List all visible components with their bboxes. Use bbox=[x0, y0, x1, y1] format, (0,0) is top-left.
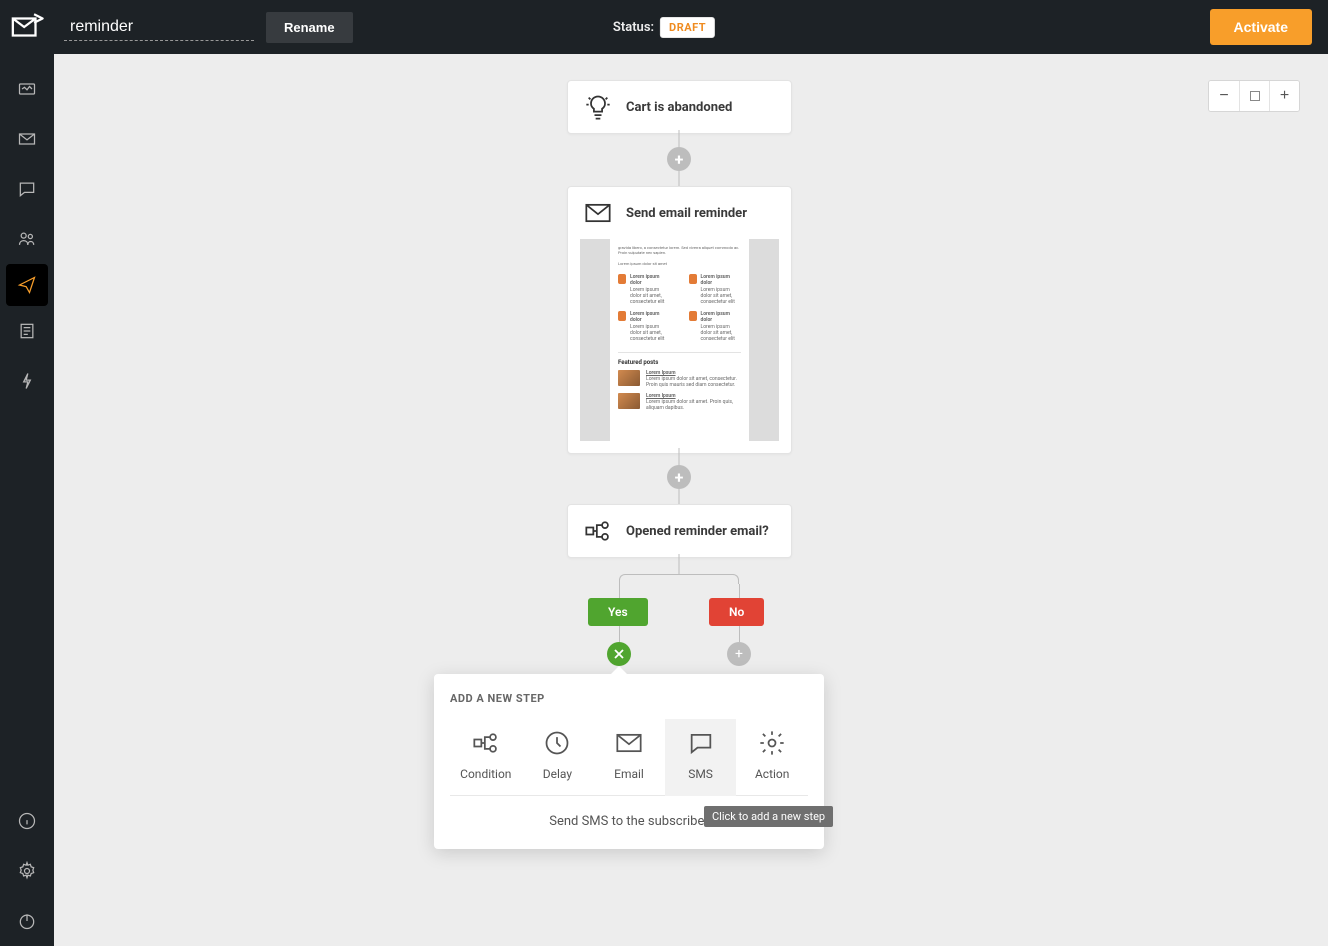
branch-icon bbox=[584, 517, 612, 545]
popup-option-label: Delay bbox=[543, 767, 572, 781]
zoom-reset-button[interactable] bbox=[1239, 81, 1269, 111]
close-icon bbox=[614, 649, 624, 659]
popup-options: Condition Delay Email SMS Action bbox=[450, 719, 808, 796]
status-badge: DRAFT bbox=[660, 17, 715, 38]
rename-button[interactable]: Rename bbox=[266, 12, 353, 43]
zoom-controls: − + bbox=[1208, 80, 1300, 112]
mail-icon bbox=[615, 729, 643, 757]
popup-option-delay[interactable]: Delay bbox=[522, 719, 594, 796]
connector bbox=[629, 574, 729, 575]
close-add-step-button[interactable] bbox=[607, 642, 631, 666]
popup-option-label: Action bbox=[755, 767, 789, 781]
clock-icon bbox=[543, 729, 571, 757]
popup-option-sms[interactable]: SMS bbox=[665, 719, 737, 796]
branch-no-button[interactable]: No bbox=[709, 598, 764, 626]
email-node-title: Send email reminder bbox=[626, 206, 747, 221]
automation-canvas[interactable]: − + Cart is abandoned + Send email remin… bbox=[54, 54, 1328, 946]
email-node[interactable]: Send email reminder gravida libero, a co… bbox=[567, 186, 792, 454]
connector bbox=[619, 574, 629, 584]
popup-option-condition[interactable]: Condition bbox=[450, 719, 522, 796]
popup-option-label: Email bbox=[614, 767, 644, 781]
mail-icon bbox=[584, 199, 612, 227]
add-step-button-2[interactable]: + bbox=[667, 465, 691, 489]
automation-title-input[interactable] bbox=[64, 14, 254, 41]
add-step-tooltip: Click to add a new step bbox=[704, 806, 833, 827]
sidebar-campaigns[interactable] bbox=[0, 114, 54, 164]
trigger-node[interactable]: Cart is abandoned bbox=[567, 80, 792, 134]
popup-option-label: Condition bbox=[460, 767, 511, 781]
popup-title: ADD A NEW STEP bbox=[450, 692, 808, 705]
gear-icon bbox=[758, 729, 786, 757]
sidebar-logout[interactable] bbox=[0, 896, 54, 946]
square-icon bbox=[1250, 91, 1260, 101]
zoom-out-button[interactable]: − bbox=[1209, 81, 1239, 111]
condition-title: Opened reminder email? bbox=[626, 524, 769, 539]
sidebar-dashboard[interactable] bbox=[0, 64, 54, 114]
activate-button[interactable]: Activate bbox=[1210, 9, 1312, 45]
condition-node[interactable]: Opened reminder email? bbox=[567, 504, 792, 558]
popup-option-label: SMS bbox=[688, 767, 713, 781]
zoom-in-button[interactable]: + bbox=[1269, 81, 1299, 111]
trigger-title: Cart is abandoned bbox=[626, 100, 732, 115]
status-label: Status: bbox=[613, 20, 654, 35]
sidebar-chat[interactable] bbox=[0, 164, 54, 214]
add-step-button-no-branch[interactable]: + bbox=[727, 642, 751, 666]
connector bbox=[739, 626, 740, 642]
lightbulb-icon bbox=[584, 93, 612, 121]
sidebar bbox=[0, 54, 54, 946]
sidebar-automations[interactable] bbox=[6, 264, 48, 306]
branch-yes-button[interactable]: Yes bbox=[588, 598, 648, 626]
sidebar-forms[interactable] bbox=[0, 306, 54, 356]
connector bbox=[619, 626, 620, 642]
email-preview: gravida libero, a consectetur lorem. Sed… bbox=[580, 239, 779, 441]
status-block: Status: DRAFT bbox=[613, 17, 715, 38]
logo-icon bbox=[0, 0, 54, 54]
connector bbox=[729, 574, 739, 584]
sidebar-integrations[interactable] bbox=[0, 356, 54, 406]
sidebar-info[interactable] bbox=[0, 796, 54, 846]
chat-icon bbox=[687, 729, 715, 757]
sidebar-subscribers[interactable] bbox=[0, 214, 54, 264]
branch-icon bbox=[472, 729, 500, 757]
popup-option-action[interactable]: Action bbox=[736, 719, 808, 796]
connector bbox=[679, 554, 680, 574]
sidebar-settings[interactable] bbox=[0, 846, 54, 896]
popup-option-email[interactable]: Email bbox=[593, 719, 665, 796]
app-header: Rename Status: DRAFT Activate bbox=[0, 0, 1328, 54]
add-step-button-1[interactable]: + bbox=[667, 147, 691, 171]
